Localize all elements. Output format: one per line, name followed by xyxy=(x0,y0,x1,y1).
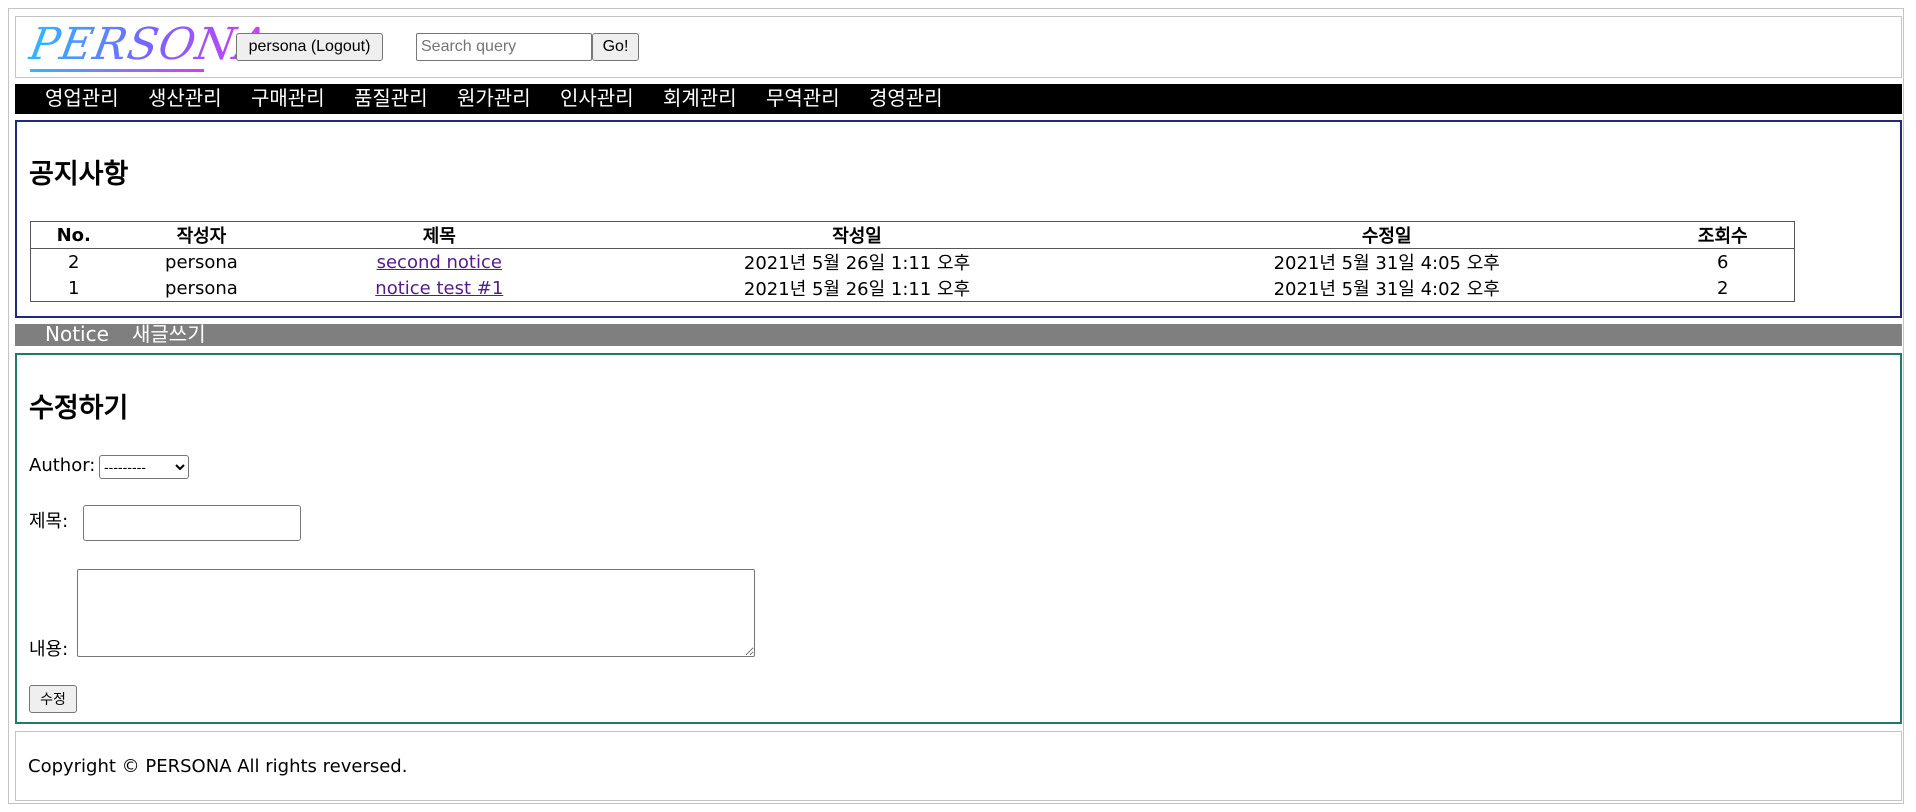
submit-button[interactable]: 수정 xyxy=(29,685,77,713)
nav-item-trade[interactable]: 무역관리 xyxy=(766,86,840,110)
cell-views: 2 xyxy=(1717,277,1729,299)
notice-table-header: No. 작성자 제목 작성일 수정일 조회수 xyxy=(30,221,1795,249)
footer: Copyright © PERSONA All rights reversed. xyxy=(15,731,1902,801)
cell-author: persona xyxy=(165,277,238,299)
column-header-modified: 수정일 xyxy=(1121,221,1652,249)
cell-views: 6 xyxy=(1717,251,1729,273)
header: PERSONA persona (Logout) Go! xyxy=(15,16,1902,78)
author-label: Author: xyxy=(29,455,96,476)
nav-item-sales[interactable]: 영업관리 xyxy=(45,86,119,110)
column-header-author: 작성자 xyxy=(116,221,287,249)
content-textarea[interactable] xyxy=(77,569,755,657)
table-row: 1 persona notice test #1 2021년 5월 26일 1:… xyxy=(31,275,1795,302)
title-label: 제목: xyxy=(29,511,69,532)
sub-navigation: Notice 새글쓰기 xyxy=(15,322,1902,346)
table-row: 2 persona second notice 2021년 5월 26일 1:1… xyxy=(31,249,1795,276)
copyright-text: Copyright © PERSONA All rights reversed. xyxy=(28,756,408,777)
nav-item-purchasing[interactable]: 구매관리 xyxy=(251,86,325,110)
nav-item-cost[interactable]: 원가관리 xyxy=(457,86,531,110)
author-select[interactable]: --------- xyxy=(99,455,189,479)
nav-item-quality[interactable]: 품질관리 xyxy=(354,86,428,110)
cell-title: notice test #1 xyxy=(286,275,592,302)
content-label: 내용: xyxy=(29,639,69,660)
notice-title: 공지사항 xyxy=(29,159,129,190)
column-header-title: 제목 xyxy=(286,221,593,249)
edit-panel: 수정하기 Author: --------- 제목: 내용: 수정 xyxy=(15,353,1902,724)
column-header-no: No. xyxy=(30,221,117,249)
nav-item-production[interactable]: 생산관리 xyxy=(148,86,222,110)
cell-no: 1 xyxy=(68,277,80,299)
column-header-views: 조회수 xyxy=(1651,221,1795,249)
notice-link[interactable]: notice test #1 xyxy=(375,278,503,299)
main-navigation: 영업관리 생산관리 구매관리 품질관리 원가관리 인사관리 회계관리 무역관리 … xyxy=(15,84,1902,114)
cell-created: 2021년 5월 26일 1:11 오후 xyxy=(743,279,971,300)
cell-modified: 2021년 5월 31일 4:05 오후 xyxy=(1273,253,1500,274)
cell-title: second notice xyxy=(286,249,592,276)
title-input[interactable] xyxy=(83,505,301,541)
cell-author: persona xyxy=(165,251,238,273)
search-input[interactable] xyxy=(416,33,592,61)
subnav-item-notice[interactable]: Notice xyxy=(45,322,109,346)
cell-created: 2021년 5월 26일 1:11 오후 xyxy=(743,253,971,274)
column-header-created: 작성일 xyxy=(592,221,1122,249)
notice-panel: 공지사항 No. 작성자 제목 작성일 수정일 조회수 2 persona se… xyxy=(15,120,1902,318)
logout-button[interactable]: persona (Logout) xyxy=(236,33,383,61)
notice-link[interactable]: second notice xyxy=(377,252,502,273)
cell-no: 2 xyxy=(68,251,80,273)
cell-modified: 2021년 5월 31일 4:02 오후 xyxy=(1273,279,1500,300)
go-button[interactable]: Go! xyxy=(592,33,639,61)
nav-item-accounting[interactable]: 회계관리 xyxy=(663,86,737,110)
subnav-item-new-post[interactable]: 새글쓰기 xyxy=(132,322,206,346)
notice-table: No. 작성자 제목 작성일 수정일 조회수 2 persona second … xyxy=(30,221,1795,302)
logo-underline xyxy=(30,69,204,72)
edit-title: 수정하기 xyxy=(29,393,129,424)
nav-item-management[interactable]: 경영관리 xyxy=(869,86,943,110)
nav-item-hr[interactable]: 인사관리 xyxy=(560,86,634,110)
